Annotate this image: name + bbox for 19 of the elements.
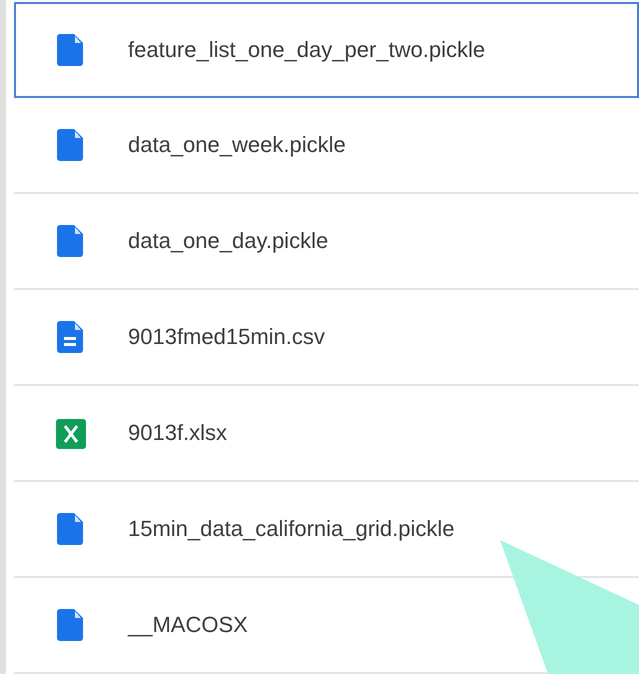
file-row[interactable]: 9013f.xlsx — [14, 386, 639, 482]
file-icon — [56, 128, 86, 162]
file-name: data_one_day.pickle — [128, 228, 328, 254]
file-name: data_one_week.pickle — [128, 132, 346, 158]
file-name: feature_list_one_day_per_two.pickle — [128, 37, 486, 63]
file-row[interactable]: data_one_week.pickle — [14, 98, 639, 194]
file-name: 9013fmed15min.csv — [128, 324, 325, 350]
spreadsheet-icon — [56, 416, 86, 450]
file-icon — [56, 512, 86, 546]
file-row[interactable]: 9013fmed15min.csv — [14, 290, 639, 386]
file-icon — [56, 608, 86, 642]
file-name: 9013f.xlsx — [128, 420, 228, 446]
file-name: 15min_data_california_grid.pickle — [128, 516, 455, 542]
document-icon — [56, 320, 86, 354]
file-icon — [56, 33, 86, 67]
file-row[interactable]: feature_list_one_day_per_two.pickle — [14, 2, 639, 98]
file-icon — [56, 224, 86, 258]
file-name: __MACOSX — [128, 612, 248, 638]
file-row[interactable]: data_one_day.pickle — [14, 194, 639, 290]
